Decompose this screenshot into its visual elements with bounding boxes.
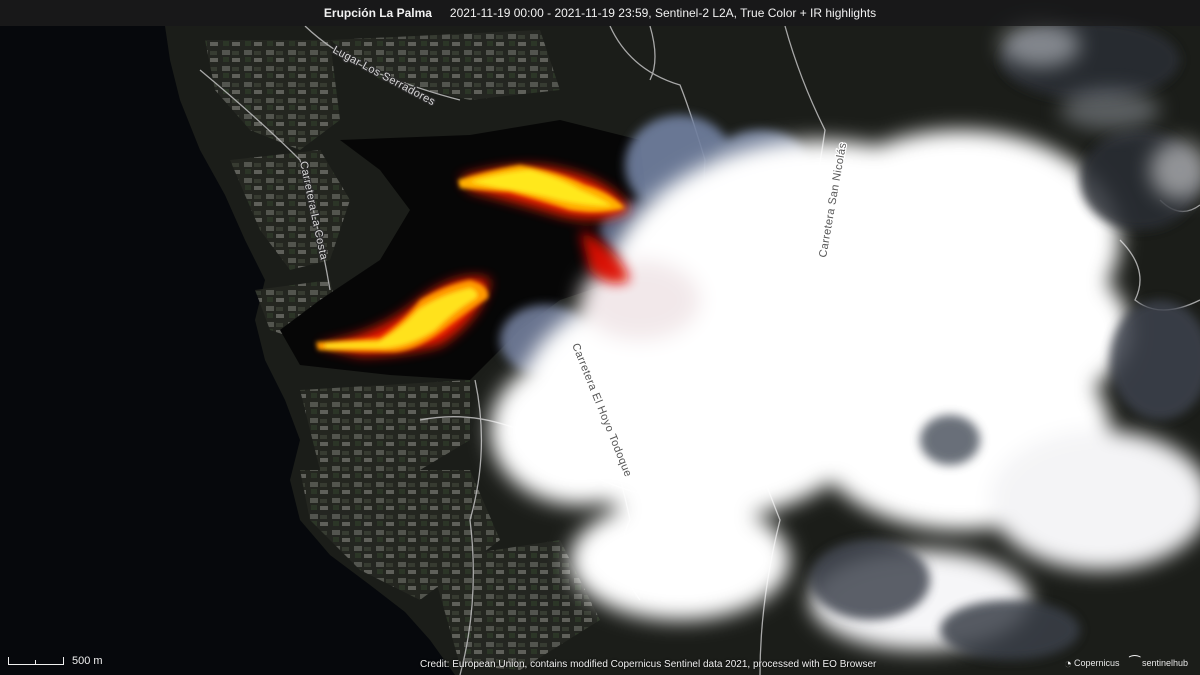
copernicus-logo: ◔ Copernicus [1064, 656, 1119, 671]
sentinelhub-logo: ⁀ sentinelhub [1130, 655, 1189, 671]
sentinelhub-logo-text: sentinelhub [1141, 658, 1188, 668]
map-details: 2021-11-19 00:00 - 2021-11-19 23:59, Sen… [449, 6, 877, 20]
satellite-map[interactable]: Lugar Los Serradores Carretera La Costa … [0, 0, 1200, 675]
title-bar: Erupción La Palma 2021-11-19 00:00 - 202… [0, 0, 1200, 26]
scale-label: 500 m [72, 655, 103, 667]
copernicus-logo-text: Copernicus [1073, 658, 1120, 668]
scale-bar: 500 m [8, 653, 103, 667]
map-viewer[interactable]: Lugar Los Serradores Carretera La Costa … [0, 0, 1200, 675]
logos: ◔ Copernicus ⁀ sentinelhub [1064, 655, 1188, 671]
credit-text: Credit: European Union, contains modifie… [420, 659, 877, 670]
sentinelhub-s-icon: ⁀ [1129, 655, 1140, 670]
map-title: Erupción La Palma [323, 6, 432, 20]
copernicus-c-icon: ◔ [1064, 655, 1072, 671]
scale-line [8, 657, 64, 665]
